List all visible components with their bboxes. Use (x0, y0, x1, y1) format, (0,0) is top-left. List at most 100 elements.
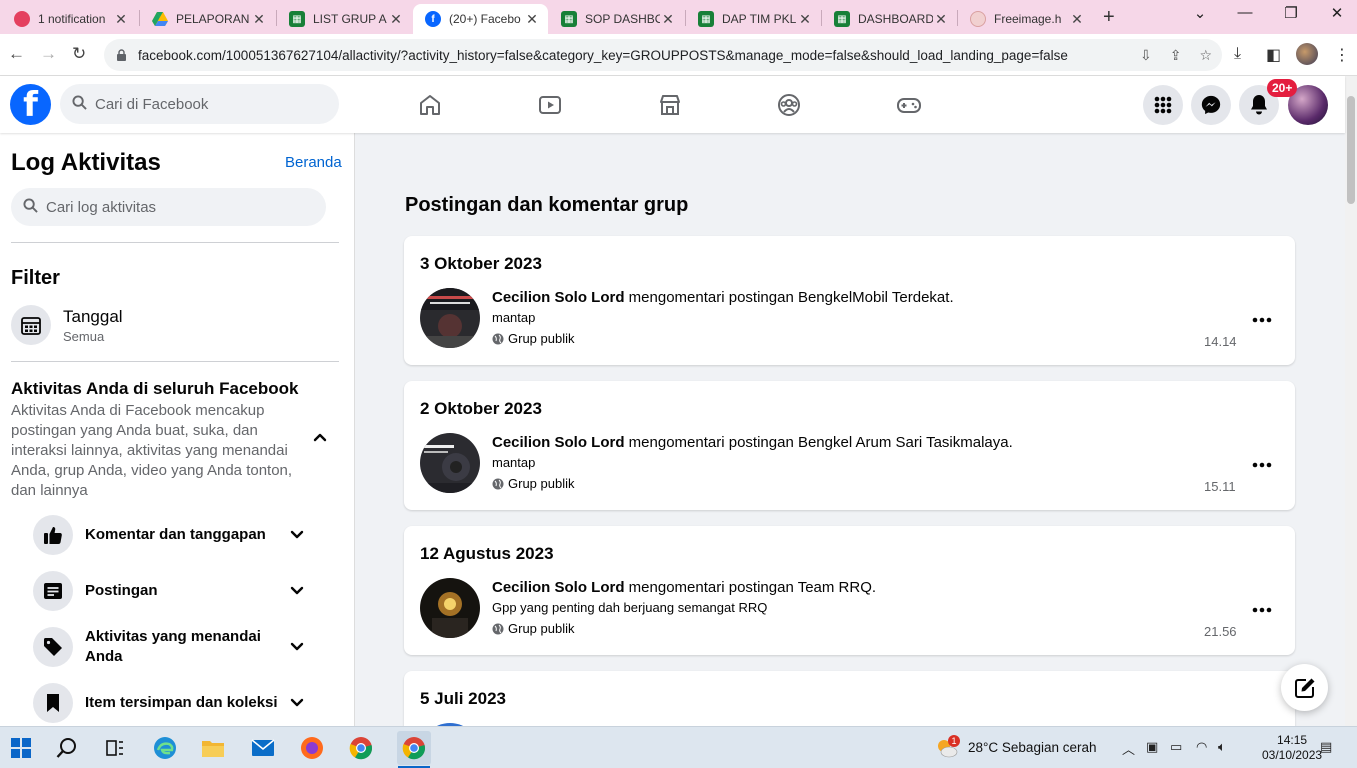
tab-search-icon[interactable]: ⌄ (1185, 4, 1215, 22)
facebook-logo-icon[interactable]: f (10, 84, 51, 125)
bookmark-star-icon[interactable]: ☆ (1199, 47, 1212, 64)
new-tab-button[interactable]: + (1103, 6, 1115, 29)
chrome-icon[interactable] (348, 735, 374, 761)
chevron-down-icon[interactable] (289, 695, 305, 716)
date-filter-label: Tanggal (63, 307, 123, 326)
activity-card: 12 Agustus 2023 Cecilion Solo Lord mengo… (404, 526, 1295, 655)
tab-dap-tim[interactable]: ▦ DAP TIM PKL ✕ (686, 4, 821, 34)
chevron-down-icon[interactable] (289, 583, 305, 604)
sidebar-item-comments[interactable]: Komentar dan tanggapan (33, 513, 323, 557)
chevron-down-icon[interactable] (289, 639, 305, 660)
install-icon[interactable]: ⇩ (1140, 47, 1152, 64)
battery-icon[interactable]: ▭ (1170, 739, 1182, 755)
restore-icon[interactable]: ❐ (1276, 4, 1306, 22)
back-icon[interactable]: ← (8, 44, 25, 64)
action-center-icon[interactable]: ▤ (1320, 739, 1332, 755)
firefox-icon[interactable] (299, 735, 325, 761)
sidebar-item-posts[interactable]: Postingan (33, 569, 323, 613)
mail-icon[interactable] (250, 735, 276, 761)
tab-list-grup[interactable]: ▦ LIST GRUP A ✕ (277, 4, 412, 34)
chevron-up-icon[interactable] (312, 429, 332, 449)
windows-start-icon[interactable] (8, 735, 34, 761)
close-window-icon[interactable]: ✕ (1322, 4, 1352, 22)
close-icon[interactable]: ✕ (797, 11, 813, 28)
groups-icon[interactable] (776, 92, 802, 118)
clock-time: 14:15 (1277, 733, 1308, 747)
activity-time: 14.14 (1204, 334, 1237, 349)
activity-feed: Postingan dan komentar grup 3 Oktober 20… (356, 133, 1345, 726)
more-options-icon[interactable] (1252, 455, 1272, 475)
close-icon[interactable]: ✕ (251, 11, 267, 28)
post-thumbnail[interactable] (420, 578, 480, 638)
wifi-icon[interactable]: ◠ (1196, 739, 1207, 755)
chevron-down-icon[interactable] (289, 527, 305, 548)
facebook-icon: f (425, 11, 441, 27)
chrome-active-icon[interactable] (397, 731, 431, 765)
gaming-icon[interactable] (896, 92, 922, 118)
page-scrollbar[interactable] (1345, 76, 1357, 726)
edge-icon[interactable] (152, 735, 178, 761)
clock[interactable]: 14:15 03/10/2023 (1262, 733, 1322, 763)
messenger-button[interactable] (1191, 85, 1231, 125)
sidepanel-icon[interactable]: ◧ (1266, 45, 1281, 65)
close-icon[interactable]: ✕ (1069, 11, 1085, 28)
post-thumbnail[interactable] (420, 288, 480, 348)
facebook-search-input[interactable] (95, 95, 315, 113)
share-icon[interactable]: ⇪ (1170, 47, 1182, 64)
browser-toolbar: ← → ↻ facebook.com/100051367627104/allac… (0, 34, 1357, 76)
facebook-search[interactable] (60, 84, 339, 124)
home-icon[interactable] (417, 92, 443, 118)
compose-icon (1294, 678, 1314, 698)
volume-icon[interactable]: 🔈︎ (1218, 739, 1226, 755)
tab-sop-dashboard[interactable]: ▦ SOP DASHBO ✕ (549, 4, 684, 34)
target-link[interactable]: Team RRQ (798, 579, 872, 596)
tab-pelaporan[interactable]: PELAPORAN ✕ (140, 4, 275, 34)
tab-dashboard[interactable]: ▦ DASHBOARD ✕ (822, 4, 957, 34)
close-icon[interactable]: ✕ (113, 11, 129, 28)
activity-search[interactable] (11, 188, 326, 226)
chevron-up-icon[interactable]: ︿ (1122, 739, 1135, 758)
close-icon[interactable]: ✕ (660, 11, 676, 28)
sidebar-item-saved[interactable]: Item tersimpan dan koleksi (33, 681, 323, 725)
weather-text[interactable]: 28°C Sebagian cerah (968, 740, 1097, 755)
browser-profile-avatar[interactable] (1296, 43, 1318, 65)
minimize-icon[interactable]: — (1230, 4, 1260, 21)
task-view-icon[interactable] (102, 735, 128, 761)
home-link[interactable]: Beranda (285, 154, 342, 171)
file-explorer-icon[interactable] (200, 735, 226, 761)
video-icon[interactable] (537, 92, 563, 118)
target-link[interactable]: BengkelMobil Terdekat (798, 289, 949, 306)
target-link[interactable]: Bengkel Arum Sari Tasikmalaya (798, 434, 1009, 451)
more-options-icon[interactable] (1252, 600, 1272, 620)
globe-icon (492, 333, 504, 344)
tab-freeimage[interactable]: Freeimage.h ✕ (958, 4, 1093, 34)
forward-icon[interactable]: → (40, 44, 57, 64)
lock-icon[interactable] (116, 49, 128, 61)
url-text[interactable]: facebook.com/100051367627104/allactivity… (138, 48, 1140, 63)
menu-grid-button[interactable] (1143, 85, 1183, 125)
reload-icon[interactable]: ↻ (72, 44, 86, 64)
close-icon[interactable]: ✕ (933, 11, 949, 28)
sidebar-item-tagged[interactable]: Aktivitas yang menandai Anda (33, 625, 323, 669)
post-thumbnail[interactable] (420, 433, 480, 493)
tab-instagram[interactable]: 1 notification ✕ (2, 4, 137, 34)
close-icon[interactable]: ✕ (388, 11, 404, 28)
post-icon (33, 571, 73, 611)
address-bar[interactable]: facebook.com/100051367627104/allactivity… (104, 39, 1222, 71)
download-icon[interactable]: ⤓ (1234, 45, 1241, 63)
date-filter[interactable]: Tanggal Semua (11, 305, 339, 349)
meet-icon[interactable]: ▣ (1146, 739, 1158, 755)
more-options-icon[interactable] (1252, 310, 1272, 330)
new-post-button[interactable] (1281, 664, 1328, 711)
scrollbar-thumb[interactable] (1347, 96, 1355, 204)
drive-icon (152, 11, 168, 27)
actor-link[interactable]: Cecilion Solo Lord (492, 434, 625, 451)
actor-link[interactable]: Cecilion Solo Lord (492, 579, 625, 596)
marketplace-icon[interactable] (657, 92, 683, 118)
actor-link[interactable]: Cecilion Solo Lord (492, 289, 625, 306)
tab-facebook[interactable]: f (20+) Facebo ✕ (413, 4, 548, 34)
browser-menu-icon[interactable]: ⋮ (1334, 45, 1350, 65)
taskbar-search-icon[interactable] (54, 735, 80, 761)
activity-search-input[interactable] (46, 198, 296, 216)
close-icon[interactable]: ✕ (524, 11, 540, 28)
